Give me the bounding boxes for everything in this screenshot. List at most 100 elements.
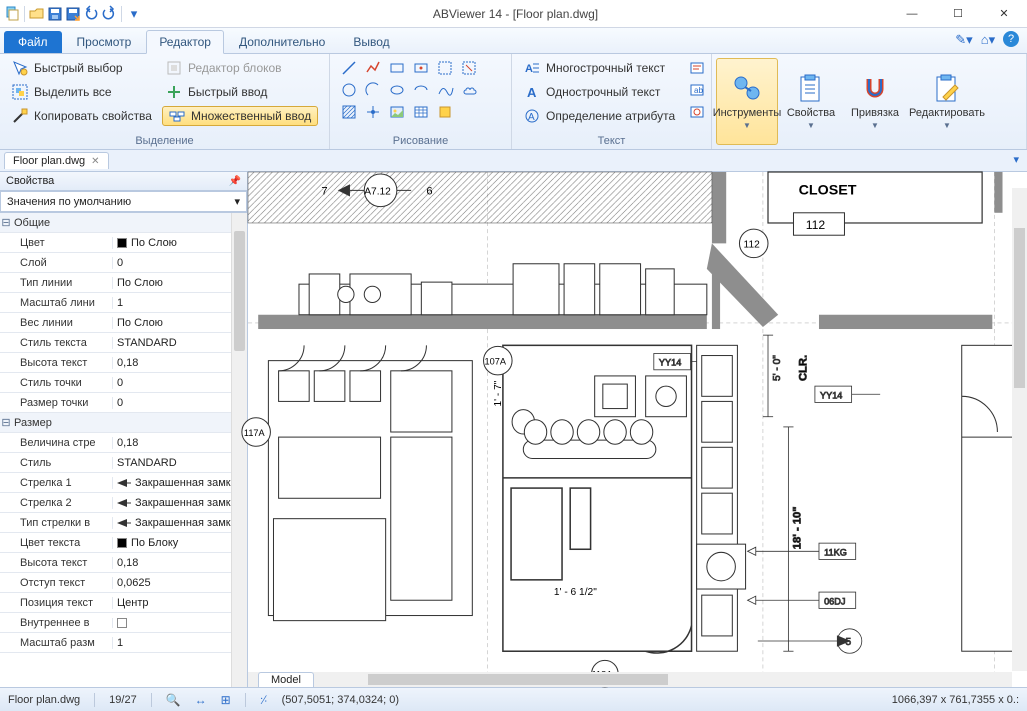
prop-row[interactable]: Высота текст0,18 [0, 553, 247, 573]
canvas-vscroll[interactable] [1012, 188, 1027, 671]
prop-row[interactable]: Позиция текстЦентр [0, 593, 247, 613]
closet-label: CLOSET [799, 182, 857, 198]
point-tool[interactable] [362, 102, 386, 124]
rect-tool[interactable] [386, 58, 410, 80]
prop-row[interactable]: Внутреннее в [0, 613, 247, 633]
prop-row[interactable]: Цвет текстаПо Блоку [0, 533, 247, 553]
svg-text:YY14: YY14 [820, 390, 842, 400]
text-button[interactable]: AОднострочный текст [520, 82, 679, 102]
block-editor-button[interactable]: Редактор блоков [162, 58, 318, 78]
edit-button[interactable]: Редактировать▼ [908, 58, 986, 145]
quick-input-button[interactable]: Быстрый ввод [162, 82, 318, 102]
text-sub2-button[interactable]: ab [685, 80, 709, 100]
text-sub3-button[interactable] [685, 102, 709, 122]
spline-tool[interactable] [434, 80, 458, 102]
close-button[interactable]: ✕ [981, 0, 1027, 28]
save-icon[interactable] [47, 6, 63, 22]
svg-text:112: 112 [744, 239, 761, 250]
attribute-button[interactable]: AОпределение атрибута [520, 106, 679, 126]
status-snap-icon[interactable]: ⸓ [260, 691, 268, 708]
close-tab-icon[interactable]: ✕ [91, 156, 99, 167]
ellipse-arc-tool[interactable] [410, 80, 434, 102]
props-scrollbar[interactable] [231, 213, 247, 687]
status-dims: 1066,397 x 761,7355 x 0.: [892, 694, 1019, 706]
line-tool[interactable] [338, 58, 362, 80]
prop-row[interactable]: Стрелка 2Закрашенная замк [0, 493, 247, 513]
document-tab[interactable]: Floor plan.dwg✕ [4, 152, 109, 169]
prop-row[interactable]: Тип линииПо Слою [0, 273, 247, 293]
redo-icon[interactable] [101, 6, 117, 22]
quick-select-button[interactable]: Быстрый выбор [8, 58, 156, 78]
options-icon[interactable]: ⌂▾ [979, 31, 997, 49]
tab-output[interactable]: Вывод [340, 30, 402, 53]
svg-text:5' - 0": 5' - 0" [772, 355, 783, 381]
file-tab[interactable]: Файл [4, 31, 62, 53]
model-tab[interactable]: Model [258, 672, 314, 687]
status-bar: Floor plan.dwg 19/27 🔍 ↔ ⊞ ⸓ (507,5051; … [0, 687, 1027, 711]
drawing-canvas[interactable]: CLOSET 112 112 A7.12 7 6 [248, 172, 1027, 682]
svg-text:112: 112 [806, 218, 826, 232]
svg-text:11KG: 11KG [824, 547, 847, 557]
tab-menu-icon[interactable]: ▾ [1013, 153, 1019, 166]
prop-row[interactable]: Отступ текст0,0625 [0, 573, 247, 593]
prop-row[interactable]: Вес линииПо Слою [0, 313, 247, 333]
tools-button[interactable]: Инструменты▼ [716, 58, 778, 145]
defaults-combo[interactable]: Значения по умолчанию▾ [0, 191, 247, 212]
svg-text:A: A [528, 112, 535, 123]
new-icon[interactable] [4, 6, 20, 22]
copy-properties-button[interactable]: Копировать свойства [8, 106, 156, 126]
status-pan-icon[interactable]: ↔ [195, 693, 207, 707]
svg-text:1' - 6 1/2": 1' - 6 1/2" [554, 587, 597, 598]
prop-row[interactable]: Высота текст0,18 [0, 353, 247, 373]
svg-text:18' - 10": 18' - 10" [792, 506, 804, 549]
prop-row[interactable]: Масштаб разм1 [0, 633, 247, 653]
prop-section[interactable]: ⊟Общие [0, 213, 247, 233]
prop-row[interactable]: ЦветПо Слою [0, 233, 247, 253]
select-all-button[interactable]: Выделить все [8, 82, 156, 102]
polyline-tool[interactable] [362, 58, 386, 80]
save-as-icon[interactable] [65, 6, 81, 22]
select-rect2-tool[interactable] [458, 58, 482, 80]
prop-row[interactable]: Стрелка 1Закрашенная замк [0, 473, 247, 493]
rect-center-tool[interactable] [410, 58, 434, 80]
prop-row[interactable]: Стиль точки0 [0, 373, 247, 393]
minimize-button[interactable]: — [889, 0, 935, 28]
tab-advanced[interactable]: Дополнительно [226, 30, 338, 53]
status-zoom-icon[interactable]: 🔍 [166, 693, 181, 707]
prop-row[interactable]: Слой0 [0, 253, 247, 273]
image-tool[interactable] [386, 102, 410, 124]
help-icon[interactable]: ? [1003, 31, 1019, 47]
table-tool[interactable] [410, 102, 434, 124]
block-tool[interactable] [434, 102, 458, 124]
maximize-button[interactable]: ☐ [935, 0, 981, 28]
arc-tool[interactable] [362, 80, 386, 102]
qat-dropdown-icon[interactable]: ▾ [126, 6, 142, 22]
prop-row[interactable]: Величина стре0,18 [0, 433, 247, 453]
prop-row[interactable]: Стиль текстаSTANDARD [0, 333, 247, 353]
canvas-hscroll[interactable] [248, 672, 1012, 687]
tab-editor[interactable]: Редактор [146, 30, 224, 54]
prop-row[interactable]: Размер точки0 [0, 393, 247, 413]
open-icon[interactable] [29, 6, 45, 22]
mtext-button[interactable]: AМногострочный текст [520, 58, 679, 78]
status-grid-icon[interactable]: ⊞ [221, 693, 231, 707]
select-rect-tool[interactable] [434, 58, 458, 80]
prop-row[interactable]: Тип стрелки вЗакрашенная замк [0, 513, 247, 533]
prop-section[interactable]: ⊟Размер [0, 413, 247, 433]
ellipse-tool[interactable] [386, 80, 410, 102]
multi-input-button[interactable]: Множественный ввод [162, 106, 318, 126]
text-sub1-button[interactable] [685, 58, 709, 78]
pin-icon[interactable]: 📌 [229, 176, 241, 187]
tab-view[interactable]: Просмотр [64, 30, 145, 53]
hatch-tool[interactable] [338, 102, 362, 124]
cloud-tool[interactable] [458, 80, 482, 102]
prop-row[interactable]: Масштаб лини1 [0, 293, 247, 313]
properties-button[interactable]: Свойства▼ [780, 58, 842, 145]
tools-icon [731, 73, 763, 105]
snap-button[interactable]: Привязка▼ [844, 58, 906, 145]
undo-icon[interactable] [83, 6, 99, 22]
circle-tool[interactable] [338, 80, 362, 102]
prop-row[interactable]: СтильSTANDARD [0, 453, 247, 473]
document-tabs: Floor plan.dwg✕ ▾ [0, 150, 1027, 172]
style-icon[interactable]: ✎▾ [955, 31, 973, 49]
